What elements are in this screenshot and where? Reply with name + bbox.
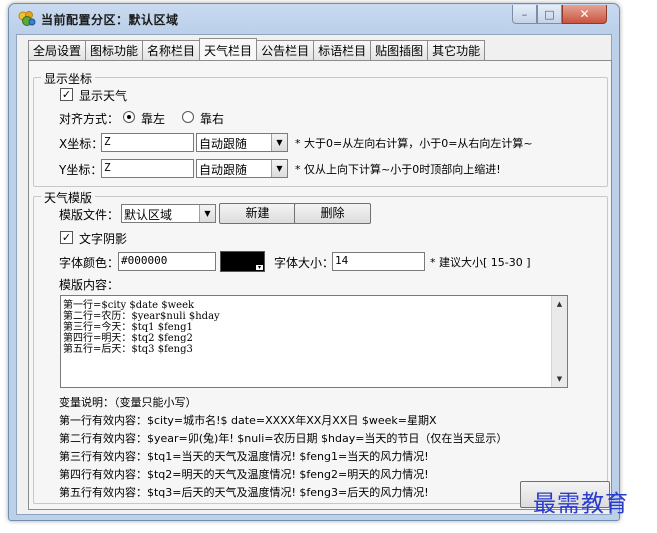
text-shadow-checkbox[interactable]: ✓ xyxy=(60,231,73,244)
align-right-radio[interactable] xyxy=(182,111,194,123)
variables-line: 第四行有效内容：$tq2=明天的天气及温度情况! $feng2=明天的风力情况! xyxy=(59,468,429,481)
title-bar[interactable]: 当前配置分区：默认区域 – □ ✕ xyxy=(9,4,619,34)
tab-global-settings[interactable]: 全局设置 xyxy=(28,40,87,60)
tab-icon-function[interactable]: 图标功能 xyxy=(85,40,144,60)
template-line: 第二行=农历：$year$nuli $hday xyxy=(63,311,220,322)
y-coord-input[interactable]: Z xyxy=(101,159,194,178)
y-mode-select[interactable]: 自动跟随 ▼ xyxy=(196,159,288,178)
watermark-text: 最需教育 xyxy=(533,491,629,517)
delete-template-button[interactable]: 删除 xyxy=(294,203,371,224)
show-weather-label: 显示天气 xyxy=(79,89,128,103)
new-template-button[interactable]: 新建 xyxy=(219,203,296,224)
app-logo-icon xyxy=(18,11,36,26)
show-weather-checkbox[interactable]: ✓ xyxy=(60,88,73,101)
template-file-select[interactable]: 默认区域 ▼ xyxy=(121,204,216,223)
template-line: 第五行=后天：$tq3 $feng3 xyxy=(63,344,193,355)
scroll-down-icon[interactable]: ▼ xyxy=(552,371,567,387)
tab-notice-column[interactable]: 公告栏目 xyxy=(256,40,315,60)
y-coord-note: * 仅从上向下计算~小于0时顶部向上缩进! xyxy=(295,163,501,176)
tab-strip: 全局设置 图标功能 名称栏目 天气栏目 公告栏目 标语栏目 贴图插图 其它功能 xyxy=(28,38,486,61)
x-coord-input[interactable]: Z xyxy=(101,133,194,152)
template-line: 第一行=$city $date $week xyxy=(63,300,195,311)
font-size-hint: * 建议大小[ 15-30 ] xyxy=(430,256,531,269)
checkmark-icon: ✓ xyxy=(61,231,72,244)
variables-line: 第一行有效内容：$city=城市名!$ date=XXXX年XX月XX日 $we… xyxy=(59,414,437,427)
font-size-input[interactable]: 14 xyxy=(332,252,425,271)
template-content-label: 模版内容： xyxy=(59,278,120,292)
x-coord-note: * 大于0=从左向右计算，小于0=从右向左计算~ xyxy=(295,137,533,150)
align-label: 对齐方式： xyxy=(59,112,120,126)
template-line: 第三行=今天：$tq1 $feng1 xyxy=(63,322,193,333)
checkmark-icon: ✓ xyxy=(61,88,72,101)
maximize-icon: □ xyxy=(544,7,555,21)
variables-line: 第二行有效内容：$year=卯(兔)年! $nuli=农历日期 $hday=当天… xyxy=(59,432,508,445)
x-mode-value: 自动跟随 xyxy=(199,137,248,151)
chevron-down-icon: ▾ xyxy=(256,264,263,271)
tab-sticker-image[interactable]: 贴图插图 xyxy=(370,40,429,60)
y-coord-label: Y坐标： xyxy=(59,163,103,177)
weather-template-group: 天气模版 模版文件： 默认区域 ▼ 新建 删除 ✓ 文字阴影 字体颜色： #00… xyxy=(33,189,608,504)
variables-title: 变量说明：（变量只能小写） xyxy=(59,396,197,409)
align-right-label: 靠右 xyxy=(200,112,225,126)
tab-other-function[interactable]: 其它功能 xyxy=(427,40,486,60)
weather-tab-panel: 显示坐标 ✓ 显示天气 对齐方式： 靠左 靠右 X坐标： Z 自动跟随 ▼ * … xyxy=(28,60,612,510)
y-mode-value: 自动跟随 xyxy=(199,163,248,177)
tab-slogan-column[interactable]: 标语栏目 xyxy=(313,40,372,60)
variables-line: 第五行有效内容：$tq3=后天的天气及温度情况! $feng3=后天的风力情况! xyxy=(59,486,429,499)
close-icon: ✕ xyxy=(579,7,590,21)
template-line: 第四行=明天：$tq2 $feng2 xyxy=(63,333,193,344)
display-coords-group: 显示坐标 ✓ 显示天气 对齐方式： 靠左 靠右 X坐标： Z 自动跟随 ▼ * … xyxy=(33,70,608,187)
align-left-label: 靠左 xyxy=(141,112,166,126)
close-button[interactable]: ✕ xyxy=(562,5,607,24)
x-coord-label: X坐标： xyxy=(59,137,104,151)
template-content-textarea[interactable]: 第一行=$city $date $week 第二行=农历：$year$nuli … xyxy=(60,295,568,388)
scroll-up-icon[interactable]: ▲ xyxy=(552,296,567,312)
minimize-button[interactable]: – xyxy=(512,5,537,24)
x-mode-select[interactable]: 自动跟随 ▼ xyxy=(196,133,288,152)
chevron-down-icon: ▼ xyxy=(271,134,287,151)
variables-line: 第三行有效内容：$tq1=当天的天气及温度情况! $feng1=当天的风力情况! xyxy=(59,450,429,463)
app-window: 当前配置分区：默认区域 – □ ✕ 全局设置 图标功能 名称栏目 天气栏目 公告… xyxy=(8,3,620,521)
font-size-label: 字体大小： xyxy=(274,256,335,270)
font-color-swatch[interactable]: ▾ xyxy=(220,251,265,272)
chevron-down-icon: ▼ xyxy=(271,160,287,177)
font-color-input[interactable]: #000000 xyxy=(118,252,216,271)
font-color-label: 字体颜色： xyxy=(59,256,120,270)
weather-template-title: 天气模版 xyxy=(41,189,96,206)
chevron-down-icon: ▼ xyxy=(199,205,215,222)
window-title: 当前配置分区：默认区域 xyxy=(41,13,179,27)
text-shadow-label: 文字阴影 xyxy=(79,232,128,246)
tab-weather-column[interactable]: 天气栏目 xyxy=(199,38,258,61)
vertical-scrollbar[interactable]: ▲ ▼ xyxy=(551,296,567,387)
align-left-radio[interactable] xyxy=(123,111,135,123)
minimize-icon: – xyxy=(521,7,528,21)
maximize-button[interactable]: □ xyxy=(537,5,562,24)
template-file-label: 模版文件： xyxy=(59,208,120,222)
template-file-value: 默认区域 xyxy=(124,208,173,222)
display-coords-title: 显示坐标 xyxy=(41,70,96,87)
client-area: 全局设置 图标功能 名称栏目 天气栏目 公告栏目 标语栏目 贴图插图 其它功能 … xyxy=(16,34,612,515)
tab-name-column[interactable]: 名称栏目 xyxy=(142,40,201,60)
